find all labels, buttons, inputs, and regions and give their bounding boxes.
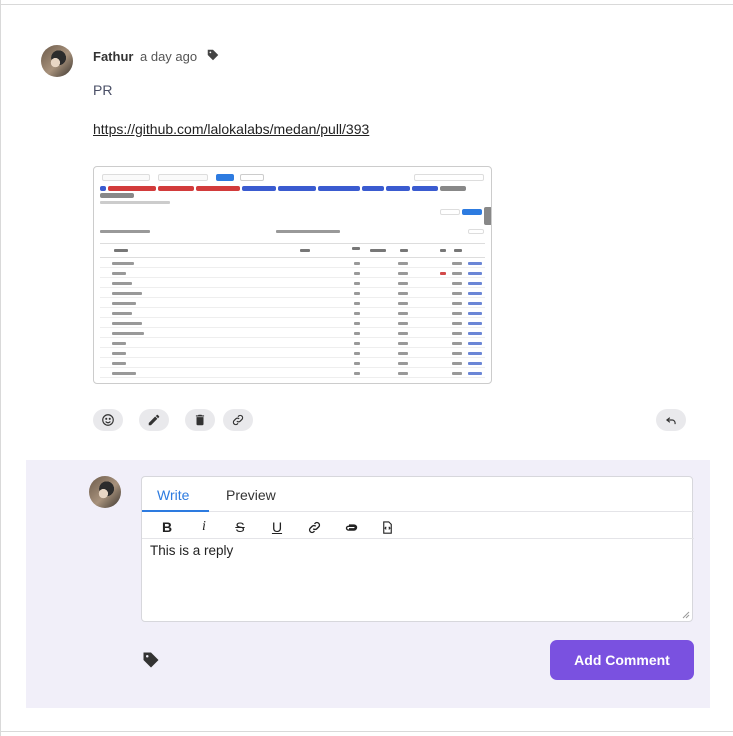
code-file-icon	[382, 520, 392, 534]
tag-icon[interactable]	[206, 48, 220, 62]
comment-body: PR	[93, 82, 113, 98]
trash-icon	[195, 414, 205, 426]
attach-button[interactable]	[340, 518, 362, 536]
add-comment-button[interactable]: Add Comment	[550, 640, 694, 680]
reply-button[interactable]	[656, 409, 686, 431]
avatar[interactable]	[41, 45, 73, 77]
insert-link-button[interactable]	[303, 518, 325, 536]
comment-link[interactable]: https://github.com/lalokalabs/medan/pull…	[93, 121, 369, 137]
link-icon	[308, 521, 320, 533]
edit-button[interactable]	[139, 409, 169, 431]
top-divider	[0, 4, 733, 5]
attached-screenshot[interactable]	[93, 166, 492, 384]
tab-preview[interactable]: Preview	[226, 487, 276, 503]
strikethrough-button[interactable]: S	[229, 518, 251, 536]
italic-button[interactable]: i	[193, 518, 215, 536]
edit-icon	[148, 414, 160, 426]
paperclip-icon	[345, 523, 357, 531]
tab-divider	[142, 511, 694, 512]
bottom-divider	[0, 731, 733, 732]
link-icon	[232, 414, 244, 426]
resize-handle-icon[interactable]	[682, 611, 690, 619]
delete-button[interactable]	[185, 409, 215, 431]
code-block-button[interactable]	[376, 518, 398, 536]
tag-icon[interactable]	[141, 650, 161, 670]
copy-link-button[interactable]	[223, 409, 253, 431]
reply-avatar	[89, 476, 121, 508]
reply-textarea[interactable]	[142, 539, 692, 621]
tab-write[interactable]: Write	[157, 487, 189, 503]
reply-icon	[665, 417, 676, 425]
reply-editor: Write Preview B i S U	[141, 476, 694, 622]
emoji-reaction-button[interactable]	[93, 409, 123, 431]
comment-author[interactable]: Fathur	[93, 49, 133, 64]
active-tab-indicator	[142, 510, 209, 512]
underline-button[interactable]: U	[266, 518, 288, 536]
emoji-icon	[102, 414, 114, 426]
comment-timestamp: a day ago	[140, 49, 198, 64]
bold-button[interactable]: B	[156, 518, 178, 536]
